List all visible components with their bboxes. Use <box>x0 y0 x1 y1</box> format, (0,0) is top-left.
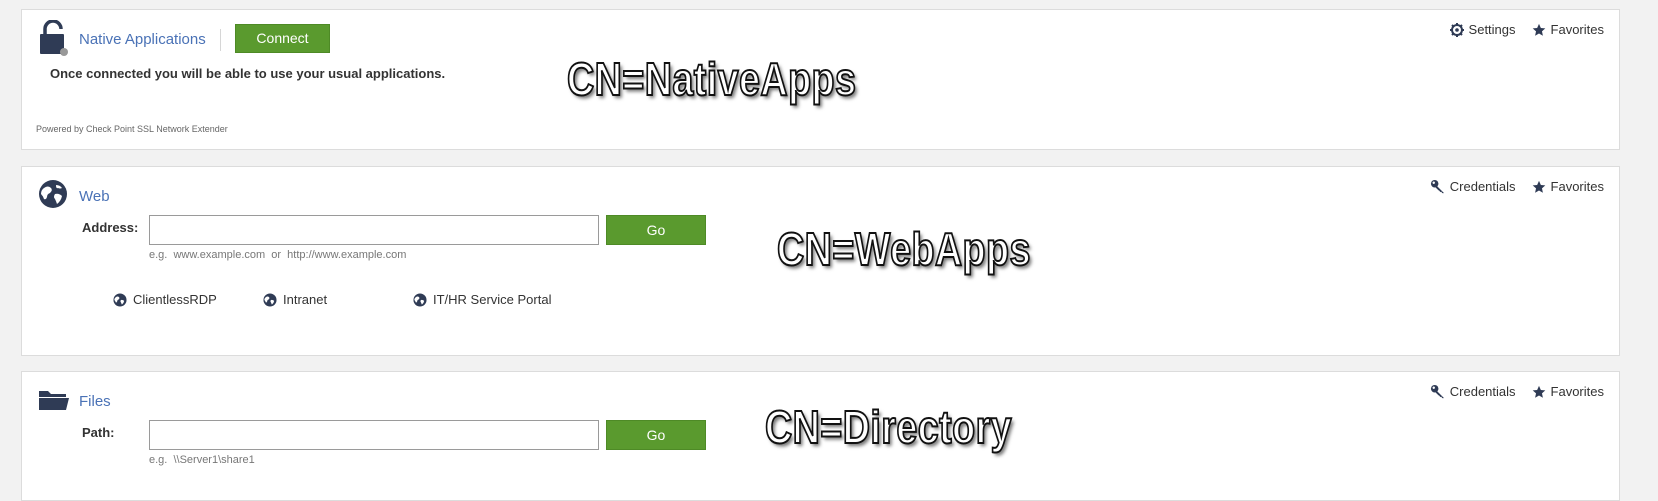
globe-icon <box>113 292 127 307</box>
star-icon <box>1532 23 1545 36</box>
web-toplinks: Credentials Favorites <box>1430 179 1604 194</box>
favorites-link[interactable]: Favorites <box>1532 22 1604 37</box>
web-go-button[interactable]: Go <box>606 215 706 245</box>
globe-icon <box>413 292 427 307</box>
bookmark-clientlessrdp[interactable]: ClientlessRDP <box>113 292 217 307</box>
star-icon <box>1532 385 1545 398</box>
address-input[interactable] <box>149 215 599 245</box>
bookmark-intranet[interactable]: Intranet <box>263 292 327 307</box>
cn-web-apps-overlay: CN=WebApps <box>776 222 1031 276</box>
cn-native-apps-overlay: CN=NativeApps <box>566 52 857 106</box>
connect-button[interactable]: Connect <box>235 24 330 53</box>
globe-icon <box>263 292 277 307</box>
favorites-link[interactable]: Favorites <box>1532 384 1604 399</box>
files-title[interactable]: Files <box>79 393 111 410</box>
favorites-link[interactable]: Favorites <box>1532 179 1604 194</box>
bookmark-label: ClientlessRDP <box>133 292 217 307</box>
path-input[interactable] <box>149 420 599 450</box>
powered-by-text: Powered by Check Point SSL Network Exten… <box>36 124 228 134</box>
credentials-link[interactable]: Credentials <box>1430 179 1516 194</box>
address-label: Address: <box>82 220 139 235</box>
native-apps-toplinks: Settings Favorites <box>1449 22 1604 37</box>
key-icon <box>1430 179 1444 194</box>
credentials-label: Credentials <box>1449 384 1516 399</box>
key-icon <box>1430 384 1444 399</box>
favorites-label: Favorites <box>1550 384 1604 399</box>
favorites-label: Favorites <box>1550 179 1604 194</box>
folder-icon <box>39 391 69 410</box>
globe-icon <box>39 180 67 208</box>
title-divider <box>220 29 221 51</box>
favorites-label: Favorites <box>1550 22 1604 37</box>
bookmark-label: Intranet <box>283 292 328 307</box>
files-toplinks: Credentials Favorites <box>1430 384 1604 399</box>
cn-directory-overlay: CN=Directory <box>764 400 1013 454</box>
path-label: Path: <box>82 425 115 440</box>
address-example: e.g. www.example.com or http://www.examp… <box>149 249 407 261</box>
bookmark-it-hr-service-portal[interactable]: IT/HR Service Portal <box>413 292 551 307</box>
credentials-link[interactable]: Credentials <box>1430 384 1516 399</box>
settings-link[interactable]: Settings <box>1449 22 1516 37</box>
lock-icon <box>40 20 68 56</box>
files-go-button[interactable]: Go <box>606 420 706 450</box>
settings-label: Settings <box>1468 22 1516 37</box>
bookmark-label: IT/HR Service Portal <box>433 292 552 307</box>
native-applications-title[interactable]: Native Applications <box>79 31 206 48</box>
path-example: e.g. \\Server1\share1 <box>149 454 255 466</box>
credentials-label: Credentials <box>1449 179 1516 194</box>
web-title[interactable]: Web <box>79 188 110 205</box>
star-icon <box>1532 180 1545 193</box>
native-apps-description: Once connected you will be able to use y… <box>50 66 446 81</box>
gear-icon <box>1449 22 1464 37</box>
